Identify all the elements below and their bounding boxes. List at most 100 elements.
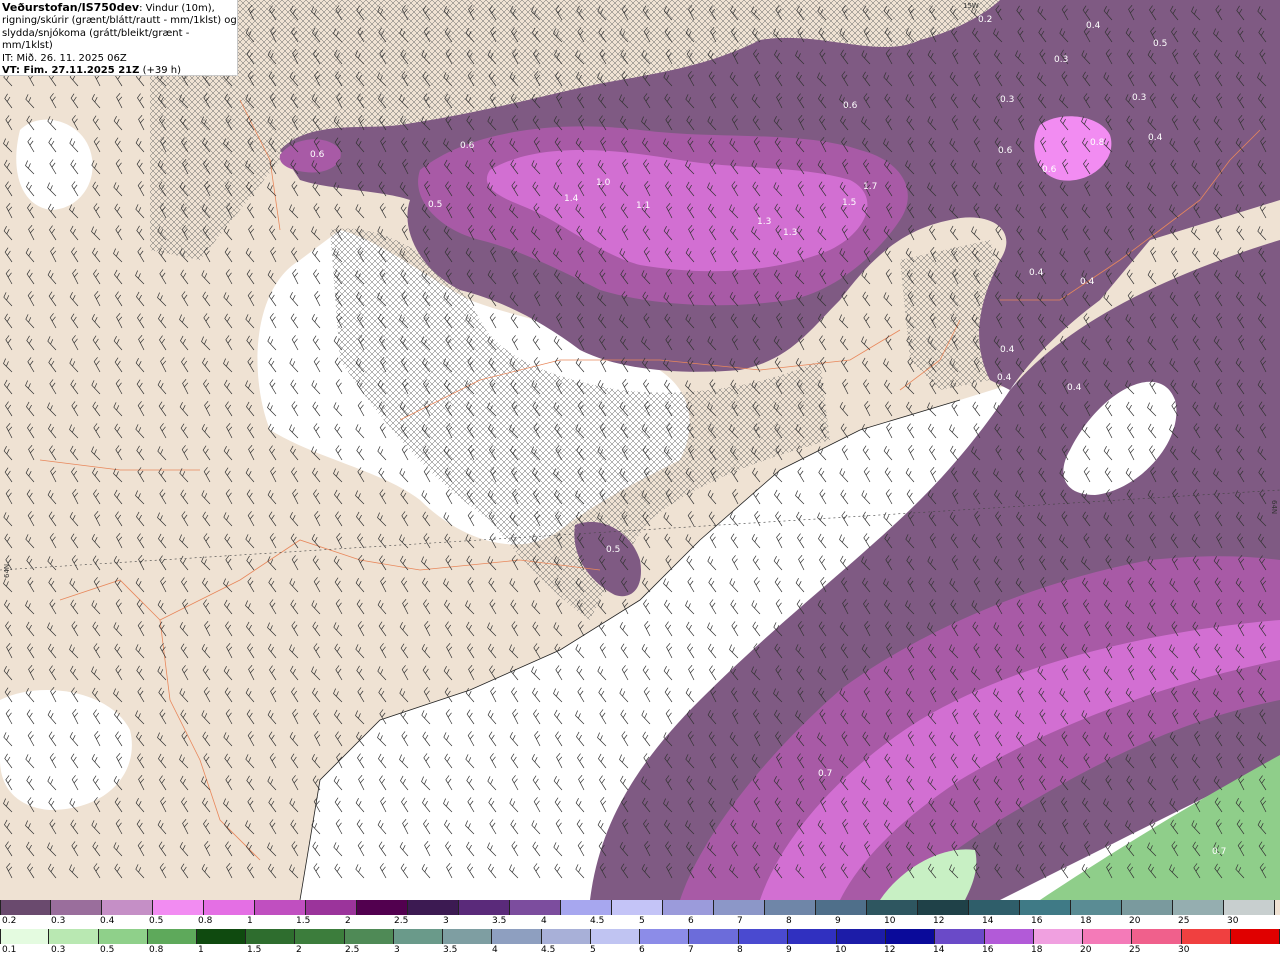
legend-swatch [738,929,788,944]
legend-swatch [935,929,985,944]
legend-tick-label: 14 [982,916,994,926]
legend-swatch [306,900,357,915]
legend-swatch [1132,929,1182,944]
legend-swatch [867,900,918,915]
precip-label: 1.1 [636,201,650,211]
legend-swatch [918,900,969,915]
precip-label: 0.6 [843,101,858,111]
legend-swatch [196,929,247,944]
legend-swatch [153,900,204,915]
legend-swatch [204,900,255,915]
precip-label: 0.3 [1054,55,1068,65]
precip-label: 1.5 [842,198,856,208]
longitude-label: 15W [963,2,979,10]
legend-tick-label: 10 [884,916,896,926]
precip-label: 0.3 [1000,95,1014,105]
legend-tick-label: 3 [443,916,449,926]
legend-swatch [1071,900,1122,915]
legend-tick-label: 5 [639,916,645,926]
legend-swatch [640,929,690,944]
precip-label: 0.4 [1029,268,1044,278]
legend-tick-label: 4 [492,945,498,955]
legend-tick-label: 4 [541,916,547,926]
legend-tick-label: 18 [1080,916,1092,926]
legend-swatch [49,929,99,944]
legend-tick-label: 0.3 [51,916,66,926]
legend-tick-label: 18 [1031,945,1043,955]
precip-label: 0.4 [1080,277,1095,287]
legend-swatch [255,900,306,915]
legend-rain-labels: 0.1 0.3 0.5 0.8 1 1.5 2 2.5 3 3.5 4 4.5 5 6 7 8 9 10 12 14 1… [0,944,1280,958]
precip-label: 0.6 [460,141,475,151]
latitude-label-right: 64N [1270,500,1278,514]
lead-time: (+39 h) [142,65,181,77]
legend-tick-label: 20 [1129,916,1141,926]
legend-tick-label: 7 [688,945,694,955]
legend-swatch [0,929,50,944]
legend-swatch [1122,900,1173,915]
legend-tick-label: 3 [394,945,400,955]
legend-swatch [561,900,612,915]
legend-snow-labels: 0.2 0.3 0.4 0.5 0.8 1 1.5 2 2.5 3 3.5 4 4.5 5 6 7 8 9 10 12… [0,915,1280,929]
precip-label: 1.3 [783,228,797,238]
legend-tick-label: 3.5 [443,945,458,955]
valid-time: VT: Fim. 27.11.2025 21Z [2,65,140,77]
legend-swatch [612,900,663,915]
legend-swatch [1181,929,1231,944]
issue-time: IT: Mið. 26. 11. 2025 06Z [2,52,127,64]
legend-tick-label: 8 [786,916,792,926]
legend-tick-label: 12 [933,916,945,926]
legend-tick-label: 25 [1129,945,1141,955]
precip-label: 0.7 [818,769,832,779]
legend-swatch [1173,900,1224,915]
legend-swatch [492,929,542,944]
legend-tick-label: 0.8 [198,916,213,926]
legend-tick-label: 0.4 [100,916,115,926]
legend-tick-label: 16 [1031,916,1043,926]
legend-tick-label: 4.5 [590,916,605,926]
legend-tick-label: 5 [590,945,596,955]
precip-label: 1.0 [596,178,611,188]
legend-swatch [837,929,887,944]
legend-swatch [246,929,296,944]
legend-swatch [0,900,51,915]
legend-tick-label: 12 [884,945,896,955]
legend-tick-label: 30 [1227,916,1239,926]
source-title: Veðurstofan/IS750dev [2,1,140,14]
legend-tick-label: 1.5 [296,916,311,926]
precip-label: 0.3 [1132,93,1146,103]
precip-label: 0.4 [1000,345,1015,355]
legend-swatch [408,900,459,915]
legend-rain: 0.1 0.3 0.5 0.8 1 1.5 2 2.5 3 3.5 4 4.5 5 6 7 8 9 10 12 14 1… [0,929,1280,958]
legend-swatch [541,929,591,944]
legend-tick-label: 16 [982,945,994,955]
precip-label: 0.4 [1086,21,1101,31]
legend-swatch [1020,900,1071,915]
precip-label: 0.5 [606,545,620,555]
legend-tick-label: 1 [198,945,204,955]
legend-swatch [344,929,394,944]
legend-swatch [357,900,408,915]
legend-tick-label: 14 [933,945,945,955]
legend-swatch [98,929,148,944]
legend-swatch [1224,900,1275,915]
map-info-box: Veðurstofan/IS750dev: Vindur (10m), rign… [0,0,238,76]
legend-snow-swatches [0,900,1280,915]
legend-tick-label: 7 [737,916,743,926]
legend-swatch [765,900,816,915]
legend-swatch [984,929,1034,944]
legend-swatch [295,929,345,944]
legend-swatch [689,929,739,944]
legend-tick-label: 2 [296,945,302,955]
precip-label: 0.6 [310,150,325,160]
legend-swatch [787,929,838,944]
legend-rain-swatches [0,929,1280,944]
legend-swatch [443,929,493,944]
legend-tick-label: 6 [688,916,694,926]
legend-swatch [393,929,444,944]
precip-label: 0.5 [428,200,442,210]
legend-tick-label: 0.5 [149,916,164,926]
legend-swatch [102,900,153,915]
legend-tick-label: 4.5 [541,945,556,955]
legend-swatch [510,900,561,915]
